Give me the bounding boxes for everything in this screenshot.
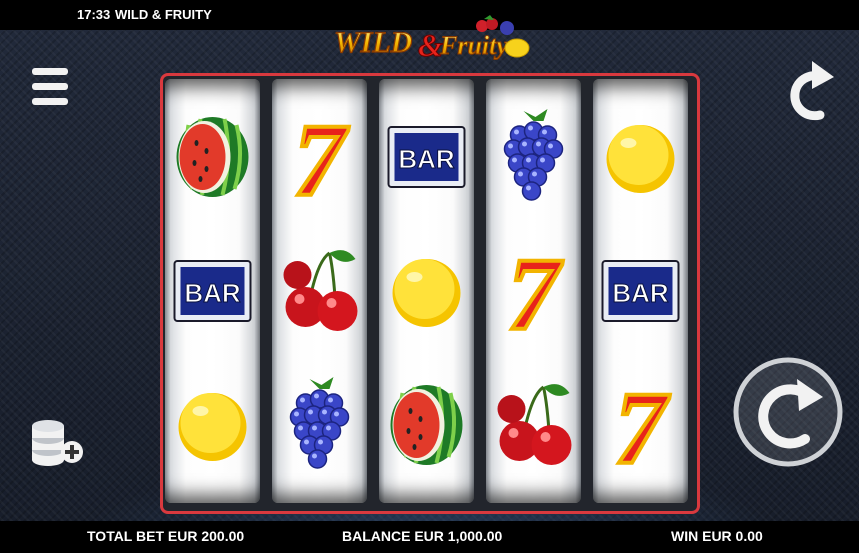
reel-4: 7	[486, 79, 581, 503]
add-coins-button[interactable]	[30, 414, 86, 470]
watermelon-icon	[176, 117, 249, 197]
blueberry-icon	[289, 377, 350, 469]
seven-label: 7	[615, 375, 671, 475]
seven-label: 7	[294, 107, 350, 207]
cherry-icon	[283, 250, 358, 331]
balance-label: BALANCE EUR 1,000.00	[342, 528, 503, 544]
seven-icon: 7	[292, 107, 352, 207]
logo-fruity-text: Fruity	[439, 31, 508, 60]
reel-1: BAR	[165, 79, 260, 503]
bar-label: BAR	[184, 278, 241, 308]
cherry-icon	[497, 384, 572, 465]
logo-wild-text: WILD	[334, 26, 412, 59]
win-label: WIN EUR 0.00	[671, 528, 763, 544]
lemon-icon	[606, 125, 675, 193]
bar-icon: BAR	[387, 126, 466, 188]
footer-bar: TOTAL BET EUR 200.00 BALANCE EUR 1,000.0…	[0, 521, 859, 553]
bar-icon: BAR	[601, 260, 680, 322]
seven-icon: 7	[613, 375, 673, 475]
restart-arrow-icon	[790, 61, 834, 121]
lemon-icon	[178, 393, 247, 461]
hamburger-menu-icon	[32, 68, 68, 75]
blueberry-icon	[503, 109, 564, 201]
reel-5: BAR 7	[593, 79, 688, 503]
coins-plus-icon	[32, 420, 83, 466]
reel-3: BAR	[379, 79, 474, 503]
game-logo: WILD & Fruity	[333, 15, 530, 64]
seven-label: 7	[508, 241, 564, 341]
reel-2: 7	[272, 79, 367, 503]
lemon-icon	[392, 259, 461, 327]
bar-icon: BAR	[173, 260, 252, 322]
spin-button[interactable]	[733, 357, 843, 467]
game-title: WILD & FRUITY	[115, 7, 212, 22]
logo-lemon-icon	[504, 38, 530, 58]
bar-label: BAR	[398, 144, 455, 174]
restart-button[interactable]	[780, 55, 836, 127]
seven-icon: 7	[506, 241, 566, 341]
clock-time: 17:33	[77, 7, 111, 22]
total-bet-label: TOTAL BET EUR 200.00	[87, 528, 245, 544]
menu-button[interactable]	[32, 68, 68, 112]
bar-label: BAR	[612, 278, 669, 308]
watermelon-icon	[390, 385, 463, 465]
